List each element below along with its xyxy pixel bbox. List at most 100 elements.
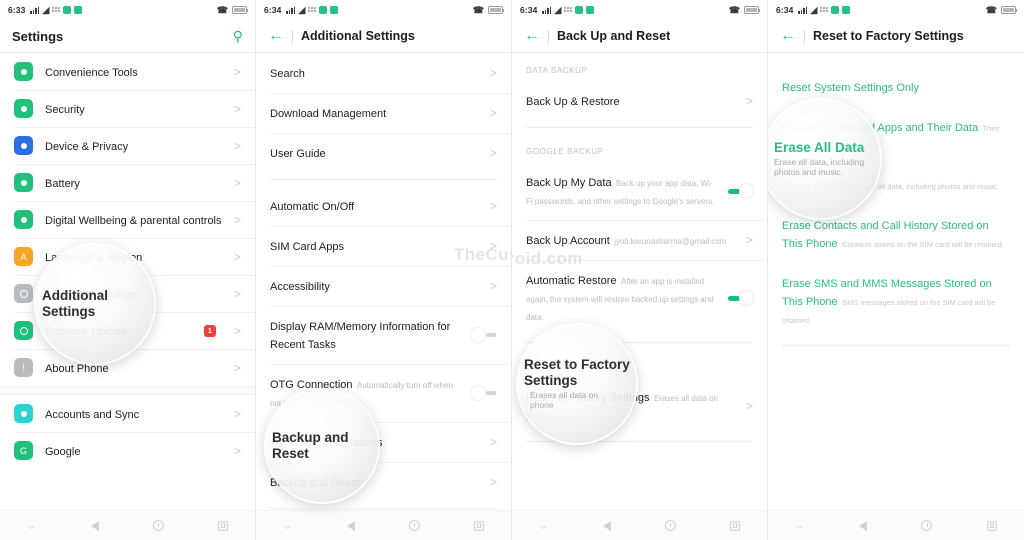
status-bar: 6:34 ◢ ☎ <box>768 0 1024 20</box>
back-triangle-icon[interactable] <box>346 520 355 531</box>
app-icon <box>586 6 595 14</box>
sidebar-item-device-privacy[interactable]: Device & Privacy > <box>0 127 255 164</box>
chevron-down-icon[interactable]: ⌄ <box>283 519 292 532</box>
list-item-accessibility[interactable]: Accessibility > <box>256 266 511 306</box>
digital-wellbeing-icon <box>14 210 33 229</box>
list-item-display-ram-memory[interactable]: Display RAM/Memory Information for Recen… <box>256 306 511 364</box>
row-label: Automatic Restore <box>526 275 617 287</box>
option-reset-system-settings-only[interactable]: Reset System Settings Only <box>768 67 1024 107</box>
row-label: OTG Connection <box>270 379 353 391</box>
sidebar-item-additional-settings[interactable]: Additional Settings > <box>0 275 255 312</box>
recents-square-icon[interactable] <box>729 520 740 531</box>
list-item-download-management[interactable]: Download Management > <box>256 93 511 133</box>
list-item-backup-and-reset[interactable]: Backup and Reset > <box>256 462 511 502</box>
list-item-otg-connection[interactable]: OTG Connection Automatically turn off wh… <box>256 364 511 422</box>
page-title: Back Up and Reset <box>557 29 671 43</box>
back-triangle-icon[interactable] <box>90 520 99 531</box>
sidebar-item-convenience-tools[interactable]: Convenience Tools > <box>0 53 255 90</box>
home-circle-icon[interactable] <box>921 520 933 531</box>
back-arrow-icon[interactable]: ← <box>268 28 284 44</box>
home-circle-icon[interactable] <box>152 520 164 531</box>
battery-settings-icon <box>14 173 33 192</box>
recents-square-icon[interactable] <box>217 520 228 531</box>
chevron-right-icon: > <box>233 138 241 153</box>
chevron-right-icon: > <box>489 435 497 449</box>
app-bar: Settings ⚲ <box>0 20 255 52</box>
search-icon[interactable]: ⚲ <box>233 29 243 43</box>
chevron-down-icon[interactable]: ⌄ <box>795 519 804 532</box>
row-label: Additional Settings <box>45 288 137 301</box>
option-erase-downloaded-apps[interactable]: Erase Downloaded Apps and Their Data The… <box>768 107 1024 165</box>
row-label: About Phone <box>45 362 109 375</box>
back-triangle-icon[interactable] <box>858 520 867 531</box>
option-erase-contacts-call-history[interactable]: Erase Contacts and Call History Stored o… <box>768 205 1024 263</box>
chevron-down-icon[interactable]: ⌄ <box>27 519 36 532</box>
phone-icon: ☎ <box>985 4 997 15</box>
list-item-get-recommendations[interactable]: Get Recommendations > <box>256 422 511 462</box>
divider <box>292 29 293 43</box>
option-erase-all-data[interactable]: Erase All Data Erase all data, including… <box>768 165 1024 205</box>
home-circle-icon[interactable] <box>408 520 420 531</box>
sidebar-item-security[interactable]: Security > <box>0 90 255 127</box>
wifi-icon: ◢ <box>810 4 818 15</box>
back-arrow-icon[interactable]: ← <box>524 28 540 44</box>
app-icon <box>831 6 840 14</box>
battery-icon <box>488 6 505 14</box>
recents-square-icon[interactable] <box>473 520 484 531</box>
list-item-search[interactable]: Search > <box>256 53 511 93</box>
list-item-sim-card-apps[interactable]: SIM Card Apps > <box>256 226 511 266</box>
row-label: Software Update <box>45 325 127 338</box>
list-item-back-up-restore[interactable]: Back Up & Restore > <box>512 81 767 121</box>
nav-bar: ⌄ <box>256 510 511 540</box>
list-item-back-up-my-data[interactable]: Back Up My Data Back up your app data, W… <box>512 162 767 220</box>
phone-panel-reset-factory: 6:34 ◢ ☎ ← Reset to Factory Settings Res… <box>768 0 1024 540</box>
row-label: Battery <box>45 177 80 190</box>
signal-icon <box>798 6 808 14</box>
chevron-right-icon: > <box>233 323 241 338</box>
list-item-automatic-on-off[interactable]: Automatic On/Off > <box>256 186 511 226</box>
status-time: 6:34 <box>776 5 794 15</box>
list-item-back-up-account[interactable]: Back Up Account jyoti.karunasharma@gmail… <box>512 220 767 260</box>
sidebar-item-accounts-sync[interactable]: Accounts and Sync > <box>0 395 255 432</box>
list-item-user-guide[interactable]: User Guide > <box>256 133 511 173</box>
signal-icon <box>542 6 552 14</box>
sidebar-item-google[interactable]: G Google > <box>0 432 255 469</box>
back-up-my-data-toggle[interactable] <box>727 184 753 198</box>
display-ram-toggle[interactable] <box>471 328 497 342</box>
grid-icon <box>820 6 829 14</box>
otg-connection-toggle[interactable] <box>471 386 497 400</box>
home-circle-icon[interactable] <box>664 520 676 531</box>
back-arrow-icon[interactable]: ← <box>780 28 796 44</box>
list-item-automatic-restore[interactable]: Automatic Restore After an app is instal… <box>512 260 767 336</box>
chevron-right-icon: > <box>745 233 753 247</box>
recents-square-icon[interactable] <box>986 520 997 531</box>
section-header-google-backup: GOOGLE BACKUP <box>526 147 604 156</box>
row-label: Language & Region <box>45 251 143 264</box>
app-icon <box>319 6 328 14</box>
section-divider <box>526 342 753 343</box>
page-title: Reset to Factory Settings <box>813 29 964 43</box>
status-time: 6:34 <box>520 5 538 15</box>
section-divider <box>270 508 497 509</box>
software-update-icon <box>14 321 33 340</box>
signal-icon <box>30 6 40 14</box>
chevron-right-icon: > <box>233 406 241 421</box>
phone-panel-settings: 6:33 ◢ ☎ Settings ⚲ Convenience Tools > <box>0 0 256 540</box>
phone-panel-backup-reset: 6:34 ◢ ☎ ← Back Up and Reset DATA BACKUP… <box>512 0 768 540</box>
chevron-down-icon[interactable]: ⌄ <box>539 519 548 532</box>
automatic-restore-toggle[interactable] <box>727 291 753 305</box>
list-item-reset-to-factory-settings[interactable]: Reset to Factory Settings Erases all dat… <box>512 377 767 435</box>
section-divider <box>526 127 753 128</box>
back-triangle-icon[interactable] <box>602 520 611 531</box>
sidebar-item-digital-wellbeing[interactable]: Digital Wellbeing & parental controls > <box>0 201 255 238</box>
sidebar-item-battery[interactable]: Battery > <box>0 164 255 201</box>
page-title: Settings <box>12 28 64 44</box>
phone-icon: ☎ <box>728 4 740 15</box>
app-icon <box>842 6 851 14</box>
convenience-tools-icon <box>14 62 33 81</box>
option-erase-sms-mms[interactable]: Erase SMS and MMS Messages Stored on Thi… <box>768 263 1024 339</box>
reset-options-list: Reset System Settings Only Erase Downloa… <box>768 53 1024 346</box>
sidebar-item-software-update[interactable]: Software Update 1 > <box>0 312 255 349</box>
sidebar-item-language-region[interactable]: A Language & Region > <box>0 238 255 275</box>
sidebar-item-about-phone[interactable]: ! About Phone > <box>0 349 255 386</box>
